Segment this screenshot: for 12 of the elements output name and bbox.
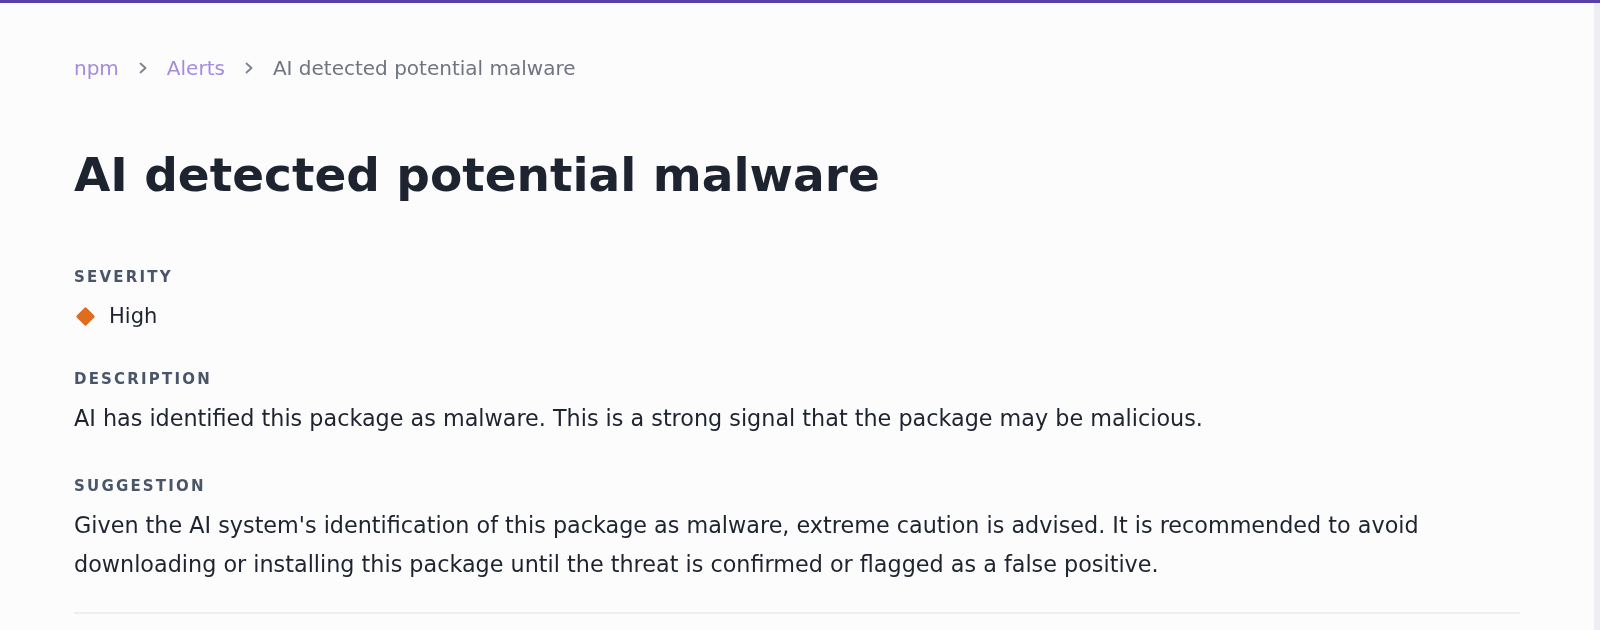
breadcrumb-current: AI detected potential malware [272, 55, 576, 82]
severity-value: High [109, 303, 158, 330]
section-label: SUGGESTION [74, 476, 207, 496]
section-label: SEVERITY [74, 267, 174, 287]
chevron-right-icon [244, 62, 253, 74]
section-text: AI has identified this package as malware. This is a strong signal that the package may be malicious. [74, 404, 1204, 433]
breadcrumb-link[interactable]: npm [74, 53, 119, 83]
breadcrumb-link[interactable]: Alerts [166, 53, 225, 83]
chevron-right-icon [138, 62, 147, 74]
section-label: DESCRIPTION [74, 369, 213, 389]
section-text: Given the AI system's identification of this package as malware, extreme caution is advised. It is recommended to avoid downloading or installing this package until the threat is confirmed or flagged as a false positive. [74, 511, 1420, 579]
page-title: AI detected potential malware [74, 146, 881, 204]
